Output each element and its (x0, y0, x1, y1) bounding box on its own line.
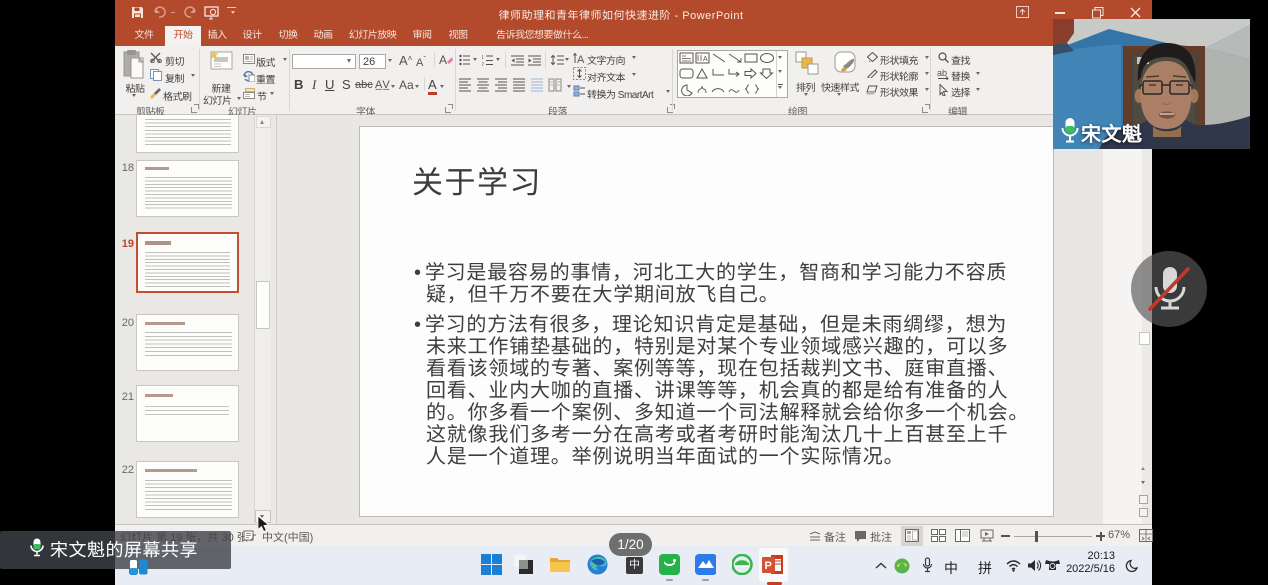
svg-text:A: A (577, 54, 585, 63)
svg-text:2: 2 (482, 62, 484, 66)
svg-text:A: A (439, 53, 447, 66)
svg-text:ab: ab (937, 68, 947, 78)
svg-text:A: A (703, 56, 708, 63)
svg-text:1: 1 (482, 55, 484, 61)
svg-text:P: P (765, 560, 772, 572)
